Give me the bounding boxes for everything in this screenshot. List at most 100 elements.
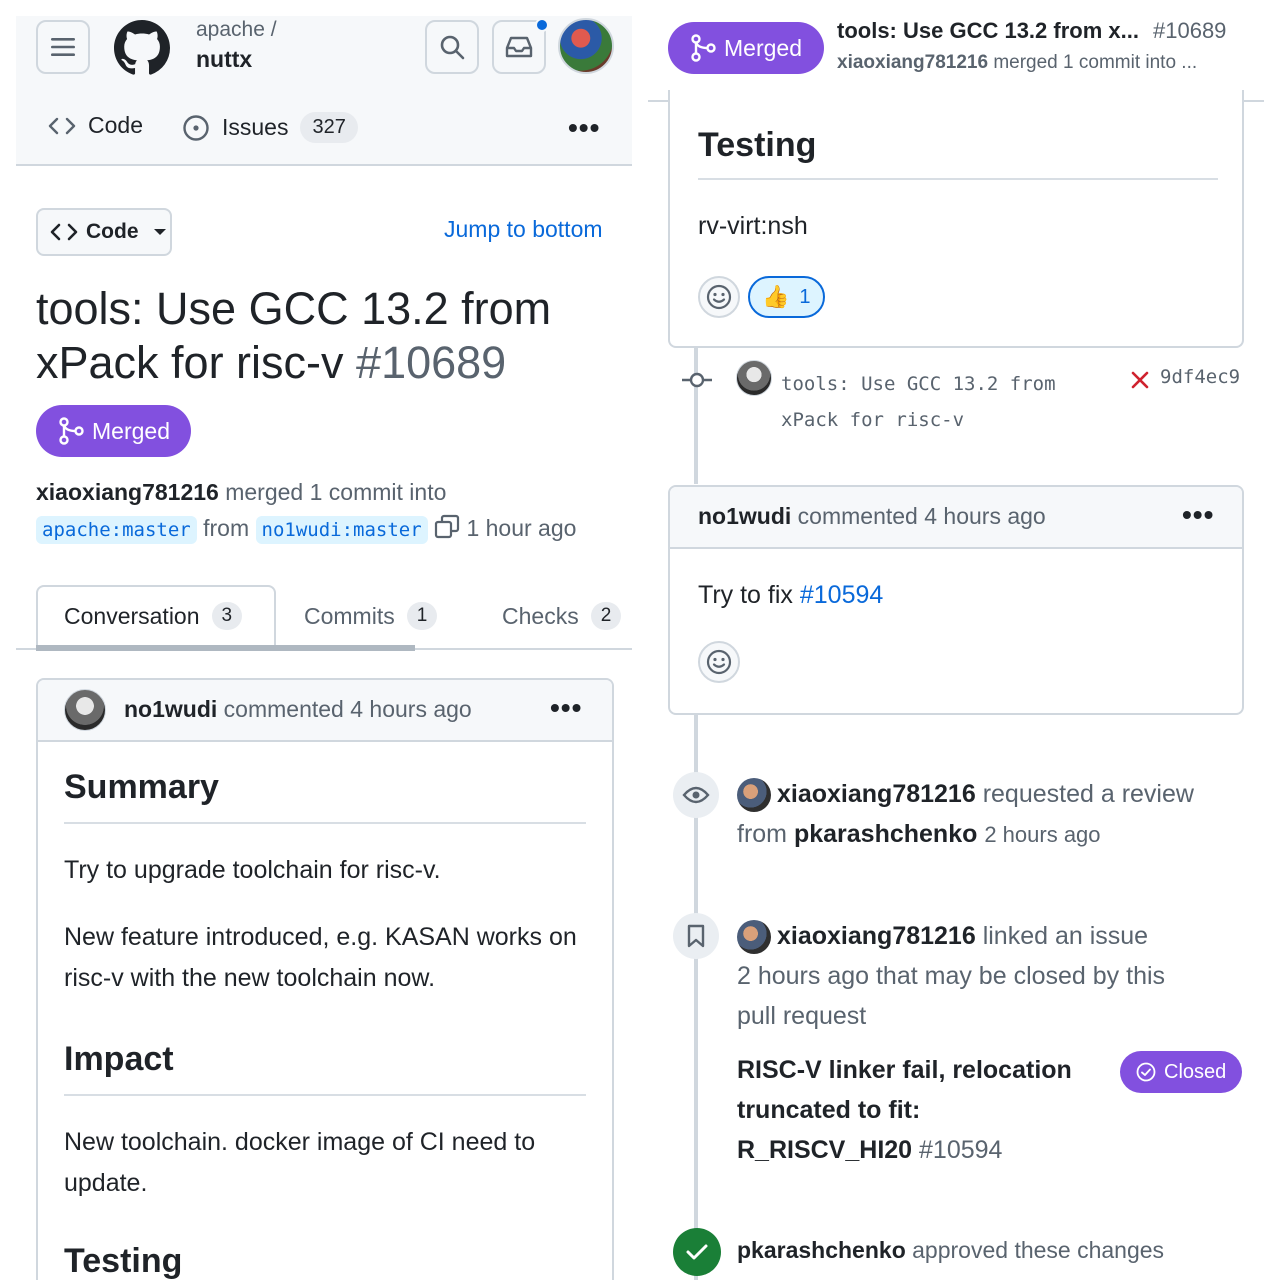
base-branch[interactable]: apache:master	[36, 516, 197, 544]
from-text: from	[203, 515, 250, 541]
approved-event: pkarashchenko approved these changes	[737, 1230, 1164, 1270]
head-branch[interactable]: no1wudi:master	[255, 516, 428, 544]
tab-checks[interactable]: Checks 2	[502, 602, 622, 630]
comment-more-button[interactable]: •••	[550, 692, 582, 724]
event-actor[interactable]: xiaoxiang781216	[777, 922, 976, 950]
smiley-icon	[706, 284, 732, 310]
check-failed-icon[interactable]	[1130, 370, 1150, 390]
add-reaction-button[interactable]	[698, 641, 740, 683]
issues-count: 327	[300, 112, 358, 143]
sticky-merged-label: Merged	[724, 34, 802, 61]
comment-author[interactable]: no1wudi	[124, 696, 217, 722]
bookmark-icon	[687, 924, 705, 948]
menu-button[interactable]	[36, 20, 90, 74]
tab-conversation-text: Conversation	[64, 602, 200, 629]
code-dropdown-label: Code	[86, 220, 139, 243]
commit-sha[interactable]: 9df4ec9	[1160, 366, 1240, 388]
issue-link[interactable]: #10594	[800, 581, 883, 609]
repo-name[interactable]: nuttx	[196, 46, 252, 73]
issue-number: #10594	[919, 1136, 1003, 1164]
inbox-icon	[505, 36, 533, 58]
commit-author-avatar[interactable]	[736, 360, 772, 396]
thumbs-up-reaction[interactable]: 👍 1	[748, 276, 825, 318]
caret-down-icon	[153, 229, 166, 235]
issue-closed-badge: Closed	[1120, 1051, 1243, 1093]
pr-number: #10689	[356, 337, 507, 388]
commenter-avatar[interactable]	[64, 689, 106, 731]
jump-to-bottom-link[interactable]: Jump to bottom	[444, 216, 603, 243]
summary-paragraph-2: New feature introduced, e.g. KASAN works…	[64, 923, 577, 992]
hamburger-icon	[51, 38, 75, 56]
nav-issues-label: Issues	[222, 114, 289, 140]
search-icon	[440, 35, 465, 60]
review-requested-event: xiaoxiang781216 requested a review from …	[737, 774, 1257, 855]
heading-rule	[698, 178, 1218, 180]
linked-issue-event: xiaoxiang781216 linked an issue 2 hours …	[737, 916, 1257, 1036]
comment-card: no1wudi commented 4 hours ago ••• Try to…	[668, 485, 1244, 715]
commit-message[interactable]: tools: Use GCC 13.2 from xPack for risc-…	[781, 366, 1056, 438]
issue-status-label: Closed	[1164, 1060, 1227, 1083]
summary-heading: Summary	[64, 768, 219, 806]
tab-conversation-count: 3	[211, 602, 243, 630]
copy-icon[interactable]	[434, 514, 460, 540]
comment-more-button[interactable]: •••	[1182, 499, 1214, 531]
merge-text: merged 1 commit into	[225, 479, 447, 505]
review-event-badge	[673, 772, 719, 818]
description-card-bottom: Testing rv-virt:nsh 👍 1	[668, 90, 1244, 348]
event-actor[interactable]: pkarashchenko	[737, 1237, 906, 1263]
event-line-2: 2 hours ago that may be closed by this	[737, 962, 1166, 990]
sticky-merged-badge: Merged	[668, 22, 824, 74]
testing-text: rv-virt:nsh	[698, 212, 808, 240]
sticky-author[interactable]: xiaoxiang781216	[837, 52, 988, 73]
summary-paragraph-1: Try to upgrade toolchain for risc-v.	[64, 856, 441, 884]
notification-dot	[535, 18, 549, 32]
issue-title-line-2: truncated to fit:	[737, 1096, 921, 1124]
tab-conversation-label[interactable]: Conversation 3	[64, 602, 243, 630]
merged-label: Merged	[92, 417, 170, 444]
tab-commits[interactable]: Commits 1	[304, 602, 438, 630]
event-text: linked an issue	[982, 922, 1149, 950]
commit-message-line-1: tools: Use GCC 13.2 from	[781, 373, 1056, 395]
smiley-icon	[706, 649, 732, 675]
comment-meta: no1wudi commented 4 hours ago	[124, 696, 472, 723]
repo-owner[interactable]: apache /	[196, 18, 277, 42]
comment-time: commented 4 hours ago	[223, 696, 472, 722]
merge-author[interactable]: xiaoxiang781216	[36, 479, 219, 505]
link-event-badge	[673, 913, 719, 959]
nav-more-button[interactable]: •••	[568, 112, 600, 144]
code-icon	[48, 117, 76, 134]
actor-avatar[interactable]	[737, 778, 771, 813]
event-from: from	[737, 820, 787, 848]
linked-issue-title[interactable]: RISC-V linker fail, relocation truncated…	[737, 1050, 1097, 1170]
git-merge-icon	[691, 34, 716, 62]
event-actor[interactable]: xiaoxiang781216	[777, 780, 976, 808]
event-reviewer[interactable]: pkarashchenko	[794, 820, 977, 848]
comment-body-text: Try to fix	[698, 581, 793, 609]
right-panel: Merged tools: Use GCC 13.2 from x... #10…	[648, 0, 1280, 1280]
commit-icon	[682, 368, 712, 392]
pr-title: tools: Use GCC 13.2 from xPack for risc-…	[36, 282, 616, 390]
code-dropdown-button[interactable]: Code	[36, 208, 172, 256]
event-text: approved these changes	[912, 1237, 1165, 1263]
issue-opened-icon	[183, 114, 209, 141]
github-logo-icon[interactable]	[114, 20, 170, 76]
heading-rule	[64, 1094, 586, 1096]
event-line-3: pull request	[737, 1002, 867, 1030]
thumbs-up-icon: 👍	[762, 284, 790, 309]
nav-issues[interactable]: Issues 327	[182, 112, 358, 143]
event-text: requested a review	[982, 780, 1194, 808]
thumbs-up-count: 1	[799, 285, 811, 308]
search-button[interactable]	[425, 20, 479, 74]
merge-info: xiaoxiang781216 merged 1 commit into apa…	[36, 474, 626, 548]
nav-code[interactable]: Code	[48, 112, 143, 139]
tab-commits-text: Commits	[304, 602, 395, 629]
repo-header: apache / nuttx Code Issues 327 •••	[16, 16, 632, 166]
check-icon	[686, 1244, 708, 1260]
actor-avatar[interactable]	[737, 920, 771, 955]
sticky-merge-info: xiaoxiang781216 merged 1 commit into ...	[837, 52, 1197, 74]
sticky-sub-text: merged 1 commit into ...	[993, 52, 1198, 73]
comment-author[interactable]: no1wudi	[698, 503, 791, 529]
approved-event-badge	[673, 1228, 721, 1276]
user-avatar[interactable]	[558, 18, 614, 74]
add-reaction-button[interactable]	[698, 276, 740, 318]
